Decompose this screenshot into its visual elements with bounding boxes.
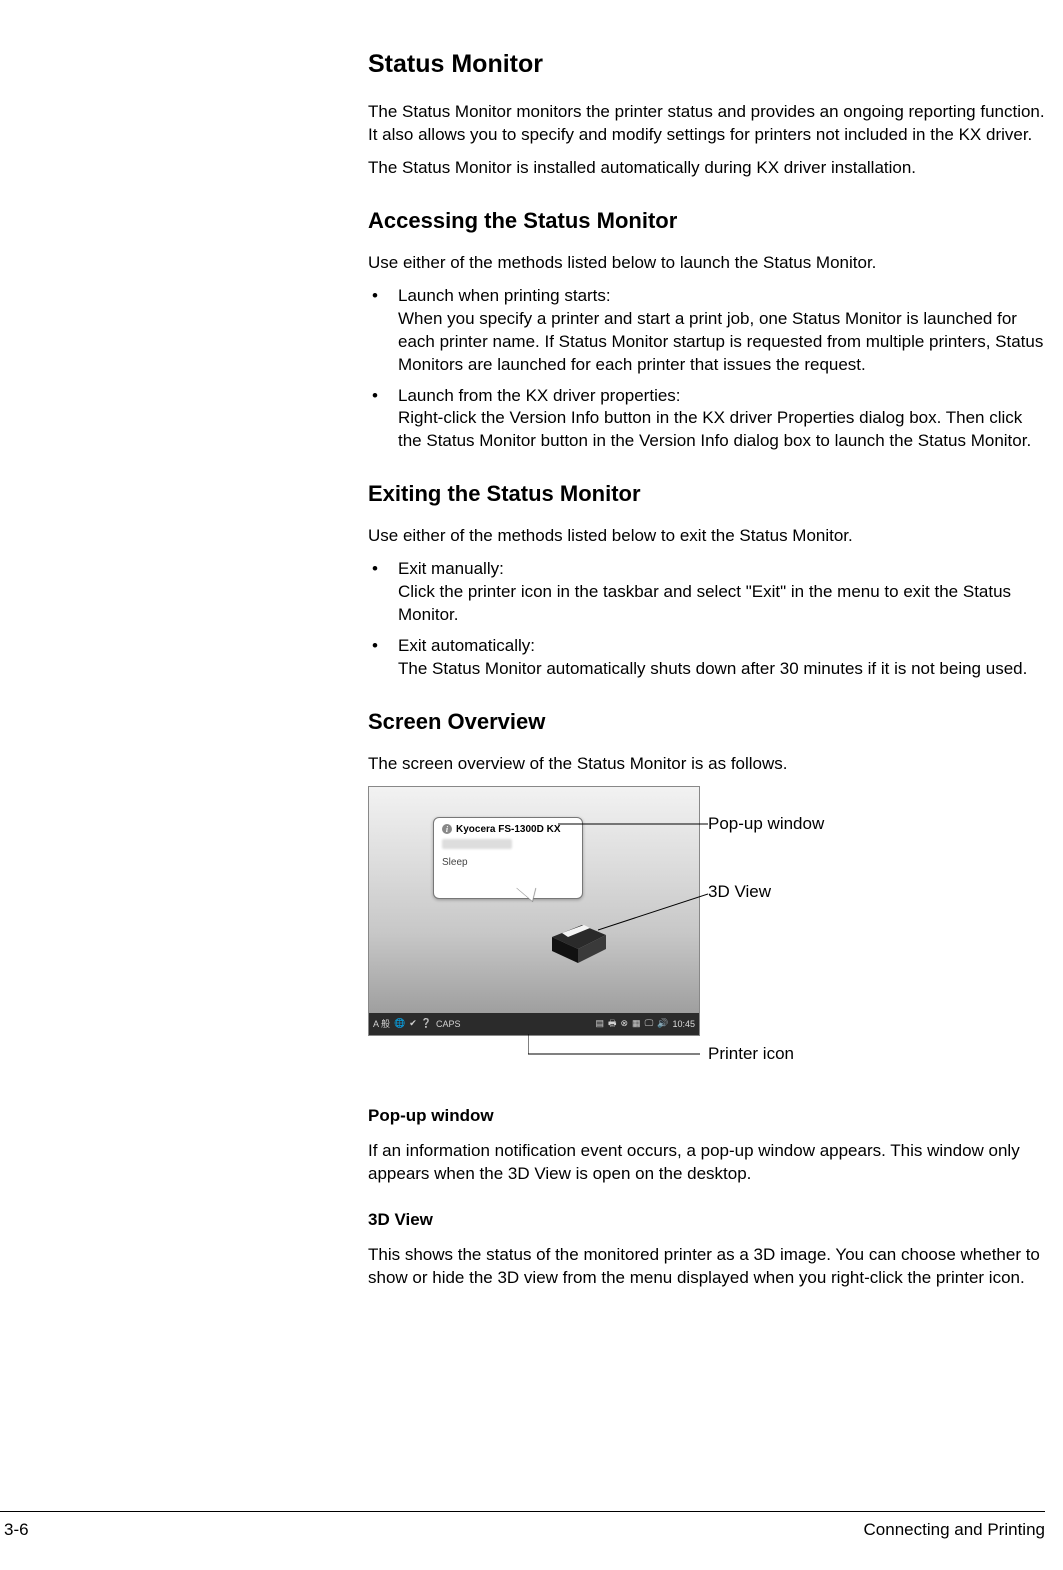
list-item: Launch from the KX driver properties: Ri…	[368, 385, 1048, 454]
callout-printer-icon: Printer icon	[708, 1044, 794, 1064]
3d-view-body: This shows the status of the monitored p…	[368, 1244, 1048, 1290]
section-title: Connecting and Printing	[864, 1520, 1045, 1540]
accessing-lead: Use either of the methods listed below t…	[368, 252, 1048, 275]
caps-indicator: CAPS	[436, 1019, 461, 1029]
list-item-body: Right-click the Version Info button in t…	[398, 407, 1048, 453]
heading-popup-window: Pop-up window	[368, 1106, 1048, 1126]
tray-icon: ▦	[632, 1018, 641, 1029]
popup-status: Sleep	[442, 857, 574, 868]
callout-line	[598, 892, 708, 932]
tray-icon: 🌐	[394, 1018, 405, 1029]
heading-3d-view: 3D View	[368, 1210, 1048, 1230]
popup-subtext	[442, 839, 512, 849]
tray-icon: ▤	[595, 1018, 604, 1029]
list-item-title: Exit automatically:	[398, 635, 1048, 658]
info-icon: i	[442, 824, 452, 834]
heading-exiting: Exiting the Status Monitor	[368, 481, 1048, 507]
list-item-body: Click the printer icon in the taskbar an…	[398, 581, 1048, 627]
tray-icon: ✔	[409, 1018, 417, 1029]
overview-lead: The screen overview of the Status Monito…	[368, 753, 1048, 776]
callout-line	[558, 818, 708, 830]
list-item-body: The Status Monitor automatically shuts d…	[398, 658, 1048, 681]
list-item: Launch when printing starts: When you sp…	[368, 285, 1048, 377]
list-item-title: Launch from the KX driver properties:	[398, 385, 1048, 408]
volume-icon: 🔊	[657, 1018, 668, 1029]
exiting-list: Exit manually: Click the printer icon in…	[368, 558, 1048, 681]
page-title: Status Monitor	[368, 50, 1048, 79]
help-icon: ❔	[421, 1018, 432, 1029]
list-item: Exit automatically: The Status Monitor a…	[368, 635, 1048, 681]
taskbar: A 般 🌐 ✔ ❔ CAPS ▤ 🖶 ⊗ ▦ 🖵 🔊 10:45	[369, 1013, 699, 1035]
accessing-list: Launch when printing starts: When you sp…	[368, 285, 1048, 454]
page-number: 3-6	[0, 1520, 29, 1540]
callout-line	[528, 1034, 708, 1060]
intro-paragraph-2: The Status Monitor is installed automati…	[368, 157, 1048, 180]
heading-accessing: Accessing the Status Monitor	[368, 208, 1048, 234]
printer-icon: 🖶	[608, 1016, 617, 1032]
callout-3d-view: 3D View	[708, 882, 771, 902]
tray-icon: ⊗	[621, 1018, 629, 1029]
popup-title: Kyocera FS-1300D KX	[456, 824, 561, 835]
popup-window-body: If an information notification event occ…	[368, 1140, 1048, 1186]
list-item: Exit manually: Click the printer icon in…	[368, 558, 1048, 627]
list-item-body: When you specify a printer and start a p…	[398, 308, 1048, 377]
tray-icon: 🖵	[645, 1018, 654, 1029]
intro-paragraph-1: The Status Monitor monitors the printer …	[368, 101, 1048, 147]
heading-overview: Screen Overview	[368, 709, 1048, 735]
taskbar-clock: 10:45	[672, 1019, 695, 1029]
list-item-title: Launch when printing starts:	[398, 285, 1048, 308]
ime-indicator: A 般	[373, 1017, 390, 1030]
callout-popup: Pop-up window	[708, 814, 824, 834]
page-footer: 3-6 Connecting and Printing	[0, 1511, 1045, 1540]
overview-figure: i Kyocera FS-1300D KX Sleep	[368, 786, 1048, 1076]
list-item-title: Exit manually:	[398, 558, 1048, 581]
exiting-lead: Use either of the methods listed below t…	[368, 525, 1048, 548]
